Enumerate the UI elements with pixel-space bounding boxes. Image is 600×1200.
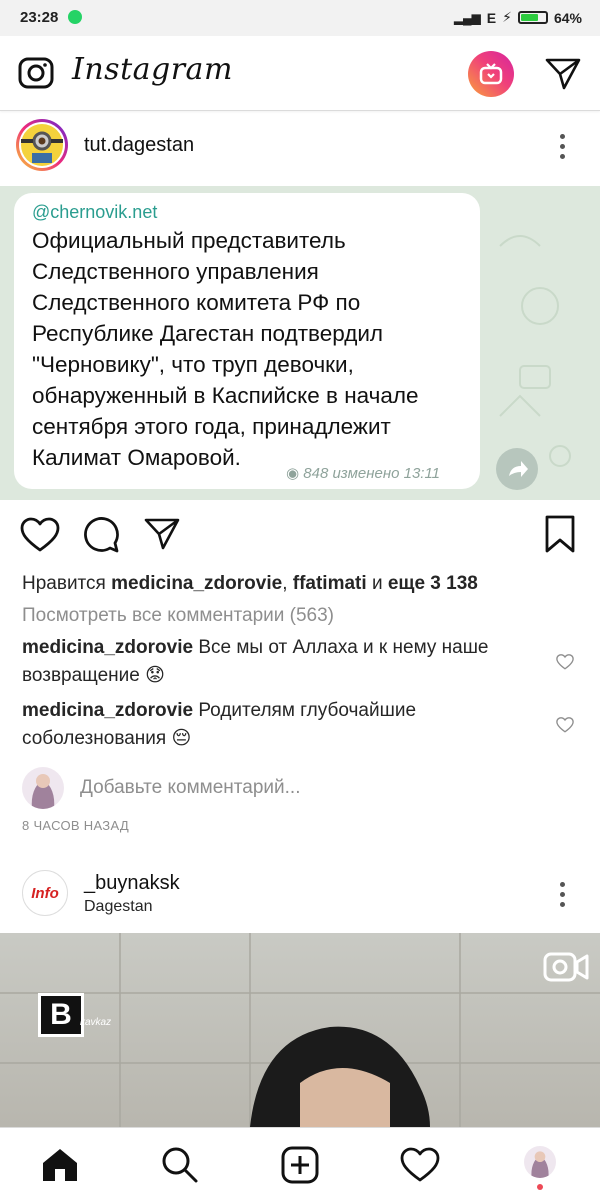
post2-author-username[interactable]: _buynaksk [84,872,180,895]
profile-notification-dot [537,1184,543,1190]
forward-icon [496,448,538,490]
status-time: 23:28 [20,9,59,26]
igtv-icon[interactable] [468,51,514,97]
comment-like-icon[interactable] [556,653,574,676]
video-frame [0,933,600,1127]
comment: medicina_zdorovie Родителям глубочайшие … [22,697,542,753]
post-options-icon[interactable] [558,134,566,164]
post2-video[interactable]: B kavkaz [0,933,600,1127]
direct-message-icon[interactable] [544,57,582,96]
battery-icon [517,11,548,24]
camera-icon[interactable] [18,57,54,94]
share-icon[interactable] [143,517,181,556]
watermark-logo: B [38,993,84,1037]
bookmark-icon[interactable] [544,514,576,559]
like-icon[interactable] [20,517,60,558]
watermark-subtext: kavkaz [80,1017,112,1028]
post2-location[interactable]: Dagestan [84,898,153,916]
post-author-avatar[interactable] [16,119,68,171]
search-icon[interactable] [161,1146,199,1189]
liker-username[interactable]: ffatimati [293,573,367,594]
message-text: Официальный представитель Следственного … [32,228,419,470]
video-camera-icon [543,950,589,989]
likes-line: Нравится medicina_zdorovie, ffatimati и … [22,573,478,594]
likes-and: и [371,573,383,594]
current-user-avatar [22,767,64,809]
view-all-comments-link[interactable]: Посмотреть все комментарии (563) [22,605,334,627]
comment-username[interactable]: medicina_zdorovie [22,700,193,721]
home-icon[interactable] [41,1147,79,1188]
status-indicators: ▂▄▆ E ⚡ 64% [454,9,582,26]
instagram-logo: Instagram [72,52,233,87]
likes-count[interactable]: еще 3 138 [388,573,478,594]
post2-options-icon[interactable] [558,882,566,912]
comment-username[interactable]: medicina_zdorovie [22,637,193,658]
comment-icon[interactable] [82,517,120,558]
likes-prefix: Нравится [22,573,106,594]
comment: medicina_zdorovie Все мы от Аллаха и к н… [22,634,542,690]
whatsapp-notification-icon [68,10,82,24]
post2-avatar-text: Info [31,884,59,902]
message-meta: ◉ 848 изменено 13:11 [286,464,440,482]
post2-author-avatar[interactable]: Info [22,870,68,916]
comment-like-icon[interactable] [556,716,574,739]
add-comment-input[interactable]: Добавьте комментарий... [80,777,520,799]
battery-percent: 64% [553,9,582,26]
charging-icon: ⚡ [502,9,512,25]
liker-username[interactable]: medicina_zdorovie [111,573,282,594]
activity-icon[interactable] [400,1147,440,1188]
eye-icon: ◉ [286,465,300,482]
profile-avatar[interactable] [524,1146,556,1178]
network-type: E [486,9,497,26]
message-edited-time: изменено 13:11 [332,465,441,482]
new-post-icon[interactable] [281,1146,319,1189]
message-source-handle: @chernovik.net [32,202,158,222]
message-views: 848 [303,465,329,482]
post-time-ago: 8 ЧАСОВ НАЗАД [22,818,129,833]
signal-icon: ▂▄▆ [453,10,481,25]
post-author-username[interactable]: tut.dagestan [84,134,194,157]
